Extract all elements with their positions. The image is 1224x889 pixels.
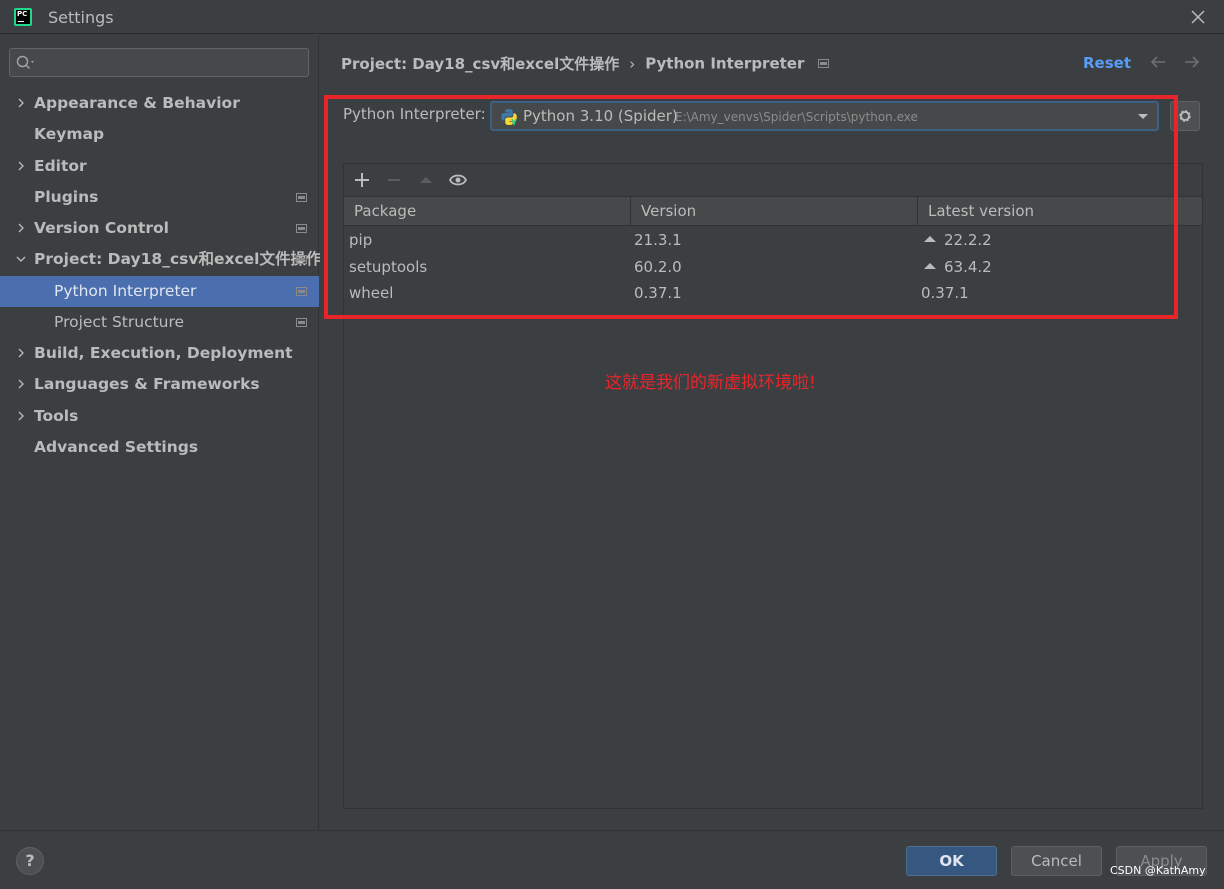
package-name: pip <box>349 231 373 249</box>
sidebar-item-label: Languages & Frameworks <box>34 375 260 393</box>
chevron-right-icon <box>18 223 24 233</box>
upgrade-icon[interactable] <box>416 170 436 190</box>
chevron-right-icon <box>18 379 24 389</box>
python-interpreter-dropdown[interactable]: Python 3.10 (Spider) E:\Amy_venvs\Spider… <box>490 101 1159 131</box>
package-latest-version: 22.2.2 <box>944 231 992 249</box>
project-scope-icon <box>296 287 307 296</box>
project-scope-icon <box>296 224 307 233</box>
project-scope-icon <box>296 255 307 264</box>
interpreter-settings-button[interactable] <box>1170 101 1200 131</box>
reset-link[interactable]: Reset <box>1083 54 1131 72</box>
chevron-down-icon <box>16 256 26 262</box>
sidebar-item-version-control[interactable]: Version Control <box>0 213 319 244</box>
sidebar-item-label: Version Control <box>34 219 169 237</box>
table-row[interactable]: wheel 0.37.1 0.37.1 <box>344 280 1202 306</box>
project-scope-icon <box>818 59 830 68</box>
logo-text: PC <box>16 10 30 24</box>
title-bar: PC Settings <box>0 0 1224 34</box>
packages-table-header: Package Version Latest version <box>344 196 1202 226</box>
column-header-version[interactable]: Version <box>631 197 918 225</box>
sidebar-item-advanced-settings[interactable]: Advanced Settings <box>0 432 319 463</box>
chevron-right-icon <box>18 411 24 421</box>
close-icon[interactable] <box>1188 7 1208 27</box>
annotation-text: 这就是我们的新虚拟环境啦! <box>605 373 816 393</box>
breadcrumb-current: Python Interpreter <box>645 54 805 73</box>
package-name: wheel <box>349 284 394 302</box>
back-arrow-icon[interactable] <box>1149 54 1167 70</box>
interpreter-name: Python 3.10 (Spider) <box>523 107 678 125</box>
sidebar-item-label: Project Structure <box>54 313 185 331</box>
cancel-button[interactable]: Cancel <box>1011 846 1102 876</box>
package-version: 21.3.1 <box>634 231 682 249</box>
breadcrumb: Project: Day18_csv和excel文件操作 › Python Inte… <box>341 53 830 74</box>
forward-arrow-icon[interactable] <box>1183 54 1201 70</box>
sidebar-item-tools[interactable]: Tools <box>0 401 319 432</box>
packages-panel: Package Version Latest version pip 21.3.… <box>343 163 1203 809</box>
sidebar-item-label: Build, Execution, Deployment <box>34 344 293 362</box>
python-icon <box>501 109 517 126</box>
window-title: Settings <box>48 8 114 27</box>
sidebar-item-label: Python Interpreter <box>54 282 197 300</box>
breadcrumb-separator: › <box>629 54 636 73</box>
column-header-latest-version[interactable]: Latest version <box>918 197 1202 225</box>
python-interpreter-label: Python Interpreter: <box>343 105 486 123</box>
project-scope-icon <box>296 318 307 327</box>
sidebar-item-python-interpreter[interactable]: Python Interpreter <box>0 276 319 307</box>
ok-button[interactable]: OK <box>906 846 997 876</box>
package-version: 60.2.0 <box>634 258 682 276</box>
package-latest-version: 0.37.1 <box>921 284 969 302</box>
sidebar-item-label: Advanced Settings <box>34 438 199 456</box>
settings-search-input[interactable] <box>9 48 309 77</box>
settings-sidebar: Appearance & Behavior Keymap Editor Plug… <box>0 35 322 830</box>
sidebar-item-editor[interactable]: Editor <box>0 151 319 182</box>
column-header-package[interactable]: Package <box>344 197 631 225</box>
sidebar-item-label: Editor <box>34 157 87 175</box>
table-row[interactable]: pip 21.3.1 22.2.2 <box>344 227 1202 253</box>
eye-icon[interactable] <box>448 170 468 190</box>
package-version: 0.37.1 <box>634 284 682 302</box>
sidebar-item-label: Keymap <box>34 125 105 143</box>
packages-toolbar <box>344 164 1202 196</box>
sidebar-item-keymap[interactable]: Keymap <box>0 119 319 150</box>
dialog-footer: ? OK Cancel Apply <box>0 830 1224 889</box>
chevron-down-icon <box>1138 114 1148 119</box>
sidebar-item-build-execution-deployment[interactable]: Build, Execution, Deployment <box>0 338 319 369</box>
package-latest: 63.4.2 <box>924 254 992 280</box>
project-scope-icon <box>296 193 307 202</box>
pycharm-logo-icon: PC <box>14 8 32 26</box>
package-name: setuptools <box>349 258 428 276</box>
watermark: CSDN @KathAmy <box>1110 864 1206 877</box>
breadcrumb-project[interactable]: Project: Day18_csv和excel文件操作 <box>341 55 619 73</box>
sidebar-item-project[interactable]: Project: Day18_csv和excel文件操作 <box>0 244 322 275</box>
plus-icon[interactable] <box>352 170 372 190</box>
sidebar-item-plugins[interactable]: Plugins <box>0 182 319 213</box>
sidebar-item-label: Appearance & Behavior <box>34 94 240 112</box>
help-button[interactable]: ? <box>16 847 44 875</box>
interpreter-path: E:\Amy_venvs\Spider\Scripts\python.exe <box>675 110 918 124</box>
package-latest: 22.2.2 <box>924 227 992 253</box>
table-row[interactable]: setuptools 60.2.0 63.4.2 <box>344 254 1202 280</box>
package-latest-version: 63.4.2 <box>944 258 992 276</box>
chevron-right-icon <box>18 161 24 171</box>
sidebar-item-label: Tools <box>34 407 79 425</box>
sidebar-item-label: Project: Day18_csv和excel文件操作 <box>34 250 322 268</box>
sidebar-item-project-structure[interactable]: Project Structure <box>0 307 319 338</box>
sidebar-item-label: Plugins <box>34 188 99 206</box>
upgrade-available-icon <box>924 235 936 242</box>
sidebar-item-languages-frameworks[interactable]: Languages & Frameworks <box>0 369 319 400</box>
chevron-right-icon <box>18 348 24 358</box>
gear-icon <box>1179 110 1191 122</box>
settings-main-panel: Project: Day18_csv和excel文件操作 › Python Inte… <box>320 35 1224 830</box>
sidebar-item-appearance-behavior[interactable]: Appearance & Behavior <box>0 88 319 119</box>
minus-icon[interactable] <box>384 170 404 190</box>
upgrade-available-icon <box>924 262 936 269</box>
search-icon <box>16 55 34 70</box>
chevron-right-icon <box>18 98 24 108</box>
